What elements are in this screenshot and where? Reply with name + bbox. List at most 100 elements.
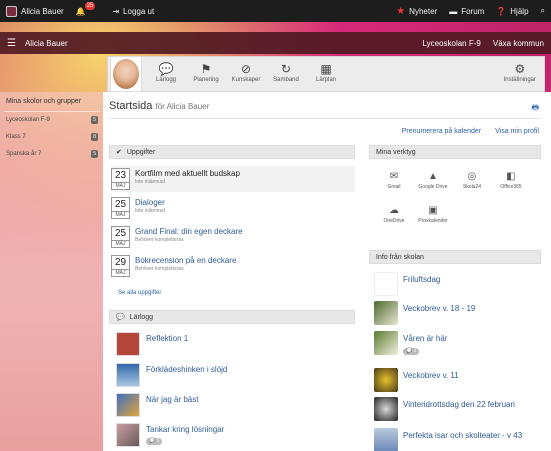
- top-bar: Alicia Bauer 🔔 25 ⇥ Logga ut ★ Nyheter ▬…: [0, 0, 551, 22]
- task-item[interactable]: 25 MAJ Dialoger Inte inlämnad: [111, 195, 355, 221]
- user-logo-icon: [6, 5, 17, 17]
- profile-nav-label: Samband: [273, 77, 299, 83]
- info-item[interactable]: Veckobrev v. 11: [374, 368, 544, 396]
- user-menu[interactable]: Alicia Bauer: [6, 5, 64, 17]
- info-header-label: Info från skolan: [376, 253, 424, 261]
- log-item[interactable]: Förklädeshinken i slöjd: [116, 363, 356, 389]
- info-item[interactable]: Friluftsdag: [374, 272, 544, 300]
- logout-link[interactable]: ⇥ Logga ut: [112, 7, 154, 16]
- tool-office365[interactable]: ◧ Office365: [492, 170, 530, 190]
- log-item[interactable]: När jag är bäst: [116, 393, 356, 419]
- task-status: Inte inlämnad: [135, 179, 166, 185]
- comment-count: 1: [156, 438, 160, 444]
- task-month: MAJ: [112, 240, 129, 247]
- hamburger-menu-icon[interactable]: ☰: [7, 38, 16, 49]
- task-day: 25: [114, 228, 127, 239]
- info-item[interactable]: Perfekta isar och skolteater - v 43: [374, 428, 544, 451]
- info-item[interactable]: Våren är här 💬 1: [374, 331, 544, 359]
- profile-nav-samband[interactable]: ↻ Samband: [266, 61, 306, 83]
- sidebar-item-count: 5: [91, 116, 98, 124]
- profile-nav-planering[interactable]: ⚑ Planering: [186, 61, 226, 83]
- log-item[interactable]: Reflektion 1: [116, 332, 356, 358]
- info-item[interactable]: Veckobrev v. 18 - 19: [374, 301, 544, 329]
- log-thumbnail: [116, 423, 140, 447]
- sidebar-item[interactable]: Spanska år 7 5: [4, 146, 100, 163]
- tool-label: Skola24: [462, 184, 482, 190]
- tool-google-drive[interactable]: ▲ Google Drive: [414, 170, 452, 190]
- info-thumbnail: [374, 331, 398, 355]
- task-title: Dialoger: [135, 198, 165, 207]
- forum-link[interactable]: ▬ Forum: [449, 7, 484, 16]
- office-icon: ◧: [506, 171, 516, 182]
- see-all-tasks-link[interactable]: Se alla uppgifter: [118, 290, 161, 296]
- logout-label: Logga ut: [123, 6, 155, 16]
- skola24-icon: ◎: [467, 171, 477, 182]
- task-status: Inte inlämnad: [135, 208, 166, 214]
- profile-nav-label: Lärplan: [315, 77, 336, 83]
- task-day: 25: [114, 199, 127, 210]
- info-item[interactable]: Vinteridrottsdag den 22 februari: [374, 397, 544, 425]
- tool-onedrive[interactable]: ☁ OneDrive: [375, 204, 413, 224]
- refresh-icon: ↻: [280, 62, 292, 76]
- log-header: 💬 Lärlogg: [109, 310, 355, 324]
- sidebar-item-label: Klass 7: [6, 134, 26, 140]
- log-title: När jag är bäst: [146, 395, 199, 404]
- page-subtitle: för Alicia Bauer: [155, 102, 210, 111]
- task-month: MAJ: [112, 269, 129, 276]
- info-thumbnail: [374, 301, 398, 325]
- tool-provkalender[interactable]: ▣ Provkalender: [414, 204, 452, 224]
- news-label: Nyheter: [409, 6, 438, 16]
- tasks-header: ✔ Uppgifter: [109, 145, 355, 159]
- view-profile-link[interactable]: Visa min profil: [495, 128, 539, 135]
- profile-nav-larlogg[interactable]: 💬 Lärlogg: [146, 61, 186, 83]
- checkmark-icon: ✔: [116, 149, 122, 156]
- log-item[interactable]: Tankar kring lösningar 💬 1: [116, 423, 356, 449]
- print-icon[interactable]: 🖶: [531, 102, 539, 116]
- page-title: Startsida för Alicia Bauer: [109, 100, 209, 112]
- sidebar-heading: Mina skolor och grupper: [4, 96, 100, 112]
- info-title: Veckobrev v. 18 - 19: [403, 304, 476, 313]
- municipality-link[interactable]: Växa kommun: [493, 39, 544, 48]
- avatar-frame[interactable]: [110, 56, 142, 92]
- sidebar-item[interactable]: Klass 7 8: [4, 129, 100, 146]
- task-status: Behöver kompletteras: [135, 266, 184, 272]
- flag-icon: ⚑: [200, 62, 212, 76]
- speech-bubble-icon: 💬: [158, 62, 174, 76]
- calendar-icon: ▣: [428, 205, 438, 216]
- task-item[interactable]: 23 MAJ Kortfilm med aktuellt budskap Int…: [111, 166, 355, 192]
- sidebar-item[interactable]: Lyceoskolan F-9 5: [4, 112, 100, 129]
- profile-nav-kunskaper[interactable]: ⊘ Kunskaper: [226, 61, 266, 83]
- profile-nav-larplan[interactable]: ▦ Lärplan: [306, 61, 346, 83]
- profile-nav-label: Lärlogg: [155, 77, 176, 83]
- header-links: Prenumerera på kalender Visa min profil: [402, 128, 539, 135]
- comment-count: 1: [413, 348, 417, 354]
- subscribe-calendar-link[interactable]: Prenumerera på kalender: [402, 128, 481, 135]
- task-title: Bokrecension på en deckare: [135, 256, 237, 265]
- sidebar: Mina skolor och grupper Lyceoskolan F-9 …: [4, 96, 100, 163]
- profile-nav: 💬 Lärlogg ⚑ Planering ⊘ Kunskaper ↻ Samb…: [146, 61, 346, 83]
- tool-skola24[interactable]: ◎ Skola24: [453, 170, 491, 190]
- task-day: 29: [114, 257, 127, 268]
- task-item[interactable]: 25 MAJ Grand Final: din egen deckare Beh…: [111, 224, 355, 250]
- info-title: Perfekta isar och skolteater - v 43: [403, 431, 523, 440]
- info-title: Veckobrev v. 11: [403, 371, 459, 380]
- help-icon: ❓: [496, 6, 507, 16]
- tool-label: Provkalender: [418, 218, 448, 224]
- search-button[interactable]: ⌕: [541, 6, 545, 16]
- map-icon: ▦: [320, 62, 332, 76]
- news-link[interactable]: ★ Nyheter: [396, 6, 437, 17]
- gmail-icon: ✉: [389, 171, 399, 182]
- help-link[interactable]: ❓ Hjälp: [496, 7, 528, 16]
- settings-button[interactable]: ⚙ Inställningar: [504, 61, 536, 83]
- calendar-date-icon: 25 MAJ: [111, 197, 130, 219]
- school-link[interactable]: Lyceoskolan F-9: [422, 39, 480, 48]
- task-month: MAJ: [112, 211, 129, 218]
- sidebar-item-count: 8: [91, 133, 98, 141]
- tool-label: OneDrive: [383, 218, 405, 224]
- tool-label: Google Drive: [418, 184, 448, 190]
- notifications[interactable]: 🔔 25: [76, 2, 101, 16]
- info-title: Vinteridrottsdag den 22 februari: [403, 400, 515, 409]
- tool-gmail[interactable]: ✉ Gmail: [375, 170, 413, 190]
- task-item[interactable]: 29 MAJ Bokrecension på en deckare Behöve…: [111, 253, 355, 279]
- subbar-user: Alicia Bauer: [24, 38, 68, 48]
